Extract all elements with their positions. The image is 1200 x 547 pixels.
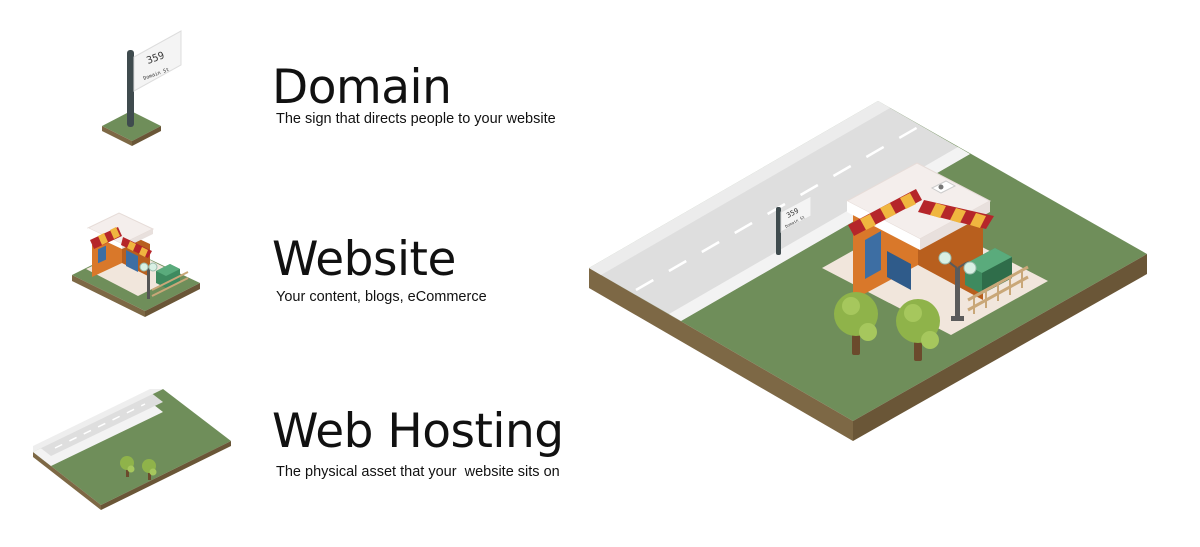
hosting-composite-illustration: 359 Domain St [589,101,1147,441]
illustration-canvas: 359 Domain St 359 Domain St [33,30,1147,510]
website-description: Your content, blogs, eCommerce [276,289,487,305]
domain-sign-icon: 359 Domain St [102,30,182,146]
website-shop-icon [72,212,200,317]
web-hosting-plot-icon [33,389,231,510]
domain-title: Domain [272,60,452,115]
web-hosting-title: Web Hosting [272,404,564,459]
website-title: Website [272,232,456,287]
web-hosting-description: The physical asset that your website sit… [276,464,560,480]
domain-description: The sign that directs people to your web… [276,111,556,127]
